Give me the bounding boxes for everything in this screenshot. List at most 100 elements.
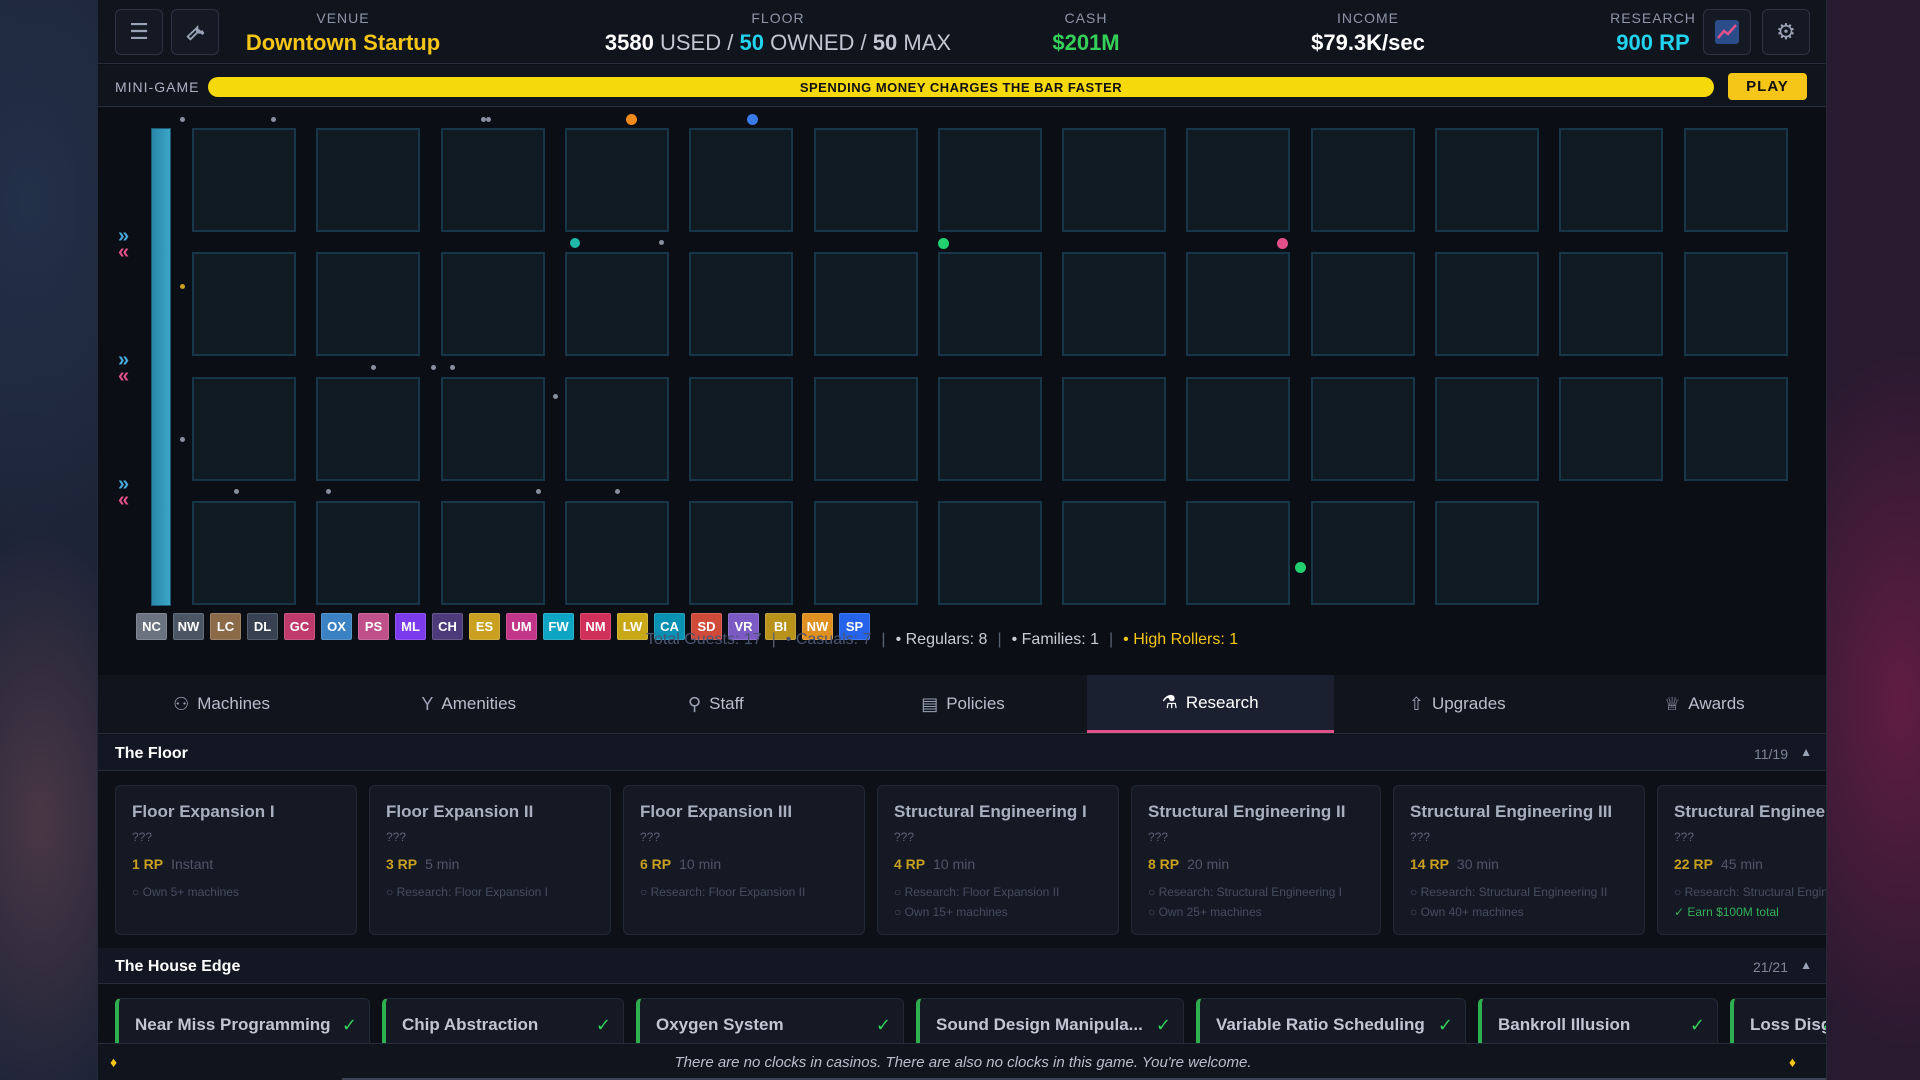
floor-slot[interactable] bbox=[440, 500, 545, 605]
floor-slot[interactable] bbox=[1559, 128, 1664, 232]
floor-slot[interactable] bbox=[1435, 376, 1539, 481]
requirement-item: ○ Own 40+ machines bbox=[1410, 905, 1524, 919]
floor-slot[interactable] bbox=[1186, 252, 1291, 357]
research-card[interactable]: Floor Expansion I??? 1 RP Instant ○ Own 5+ … bbox=[115, 785, 357, 935]
floor-slot[interactable] bbox=[316, 128, 421, 232]
guest-dot bbox=[326, 489, 331, 494]
floor-slot[interactable] bbox=[1186, 128, 1291, 232]
floor-slot[interactable] bbox=[1062, 500, 1167, 605]
floor-slot[interactable] bbox=[192, 500, 296, 605]
tab-research[interactable]: ⚗ Research bbox=[1086, 675, 1334, 733]
floor-slot[interactable] bbox=[937, 376, 1042, 481]
floor-slot[interactable] bbox=[937, 128, 1042, 232]
section-header-house-edge[interactable]: The House Edge 21/21 ▲ bbox=[98, 948, 1826, 984]
floor-slot[interactable] bbox=[1559, 376, 1664, 481]
floor-slot[interactable] bbox=[1310, 128, 1415, 232]
settings-button[interactable]: ⚙ bbox=[1762, 9, 1810, 55]
machine-chip-ox[interactable]: OX bbox=[321, 613, 352, 640]
guest-dot bbox=[180, 437, 185, 442]
tools-button[interactable] bbox=[171, 9, 219, 55]
floor-slot[interactable] bbox=[192, 252, 296, 357]
floor-slot[interactable] bbox=[689, 500, 794, 605]
research-title: Sound Design Manipula... bbox=[936, 1015, 1143, 1034]
floor-slot[interactable] bbox=[1435, 128, 1539, 232]
floor-slot[interactable] bbox=[564, 500, 669, 605]
tab-amenities[interactable]: Y Amenities bbox=[345, 675, 592, 733]
floor-slot[interactable] bbox=[192, 376, 296, 481]
research-description: ??? bbox=[132, 830, 153, 844]
floor-slot[interactable] bbox=[564, 376, 669, 481]
machine-chip-nw[interactable]: NW bbox=[173, 613, 204, 640]
floor-slot[interactable] bbox=[937, 500, 1042, 605]
floor-slot[interactable] bbox=[564, 128, 669, 232]
machine-chip-fw[interactable]: FW bbox=[543, 613, 574, 640]
menu-button[interactable]: ☰ bbox=[115, 9, 163, 55]
tab-label: Machines bbox=[197, 694, 271, 713]
stats-button[interactable] bbox=[1703, 9, 1751, 55]
floor-slot[interactable] bbox=[813, 128, 918, 232]
tab-policies[interactable]: ▤ Policies bbox=[839, 675, 1086, 733]
floor-slot[interactable] bbox=[689, 252, 794, 357]
floor-slot[interactable] bbox=[1310, 500, 1415, 605]
floor-slot[interactable] bbox=[1186, 500, 1291, 605]
section-title: The Floor bbox=[115, 745, 188, 762]
floor-slot[interactable] bbox=[813, 500, 918, 605]
floor-slot[interactable] bbox=[564, 252, 669, 357]
floor-slot[interactable] bbox=[1683, 128, 1788, 232]
floor-slot[interactable] bbox=[937, 252, 1042, 357]
floor-slot[interactable] bbox=[1062, 128, 1167, 232]
collapse-icon[interactable]: ▲ bbox=[1800, 745, 1812, 759]
machine-chip-ch[interactable]: CH bbox=[432, 613, 463, 640]
floor-slot[interactable] bbox=[1435, 500, 1539, 605]
floor-slot[interactable] bbox=[1310, 252, 1415, 357]
machine-chip-dl[interactable]: DL bbox=[247, 613, 278, 640]
research-cost: 8 RP 20 min bbox=[1148, 856, 1364, 872]
floor-slot[interactable] bbox=[1062, 252, 1167, 357]
tab-machines[interactable]: ⚇ Machines bbox=[98, 675, 345, 733]
tab-upgrades[interactable]: ⇧ Upgrades bbox=[1334, 675, 1581, 733]
entrance-bar bbox=[151, 128, 171, 606]
floor-slot[interactable] bbox=[1559, 252, 1664, 357]
research-description: ??? bbox=[1148, 830, 1169, 844]
research-card[interactable]: Structural Engineering IV??? 22 RP 45 min ○… bbox=[1657, 785, 1826, 935]
floor-slot[interactable] bbox=[1683, 376, 1788, 481]
machine-chip-ml[interactable]: ML bbox=[395, 613, 426, 640]
floor-slot[interactable] bbox=[813, 376, 918, 481]
floor-slot[interactable] bbox=[813, 252, 918, 357]
floor-slot[interactable] bbox=[316, 252, 421, 357]
play-button[interactable]: PLAY bbox=[1728, 73, 1807, 100]
tab-staff[interactable]: ⚲ Staff bbox=[592, 675, 839, 733]
floor-slot[interactable] bbox=[689, 128, 794, 232]
floor-slot[interactable] bbox=[316, 500, 421, 605]
floor-slot[interactable] bbox=[440, 376, 545, 481]
machine-chip-nc[interactable]: NC bbox=[136, 613, 167, 640]
machine-chip-nm[interactable]: NM bbox=[580, 613, 611, 640]
tab-awards[interactable]: ♕ Awards bbox=[1581, 675, 1826, 733]
floor-owned: 50 bbox=[739, 30, 764, 55]
research-card[interactable]: Structural Engineering I??? 4 RP 10 min ○ R… bbox=[877, 785, 1119, 935]
floor-slot[interactable] bbox=[1186, 376, 1291, 481]
floor-slot[interactable] bbox=[1310, 376, 1415, 481]
rp-cost: 6 RP bbox=[640, 856, 672, 872]
research-card[interactable]: Floor Expansion III??? 6 RP 10 min ○ Resear… bbox=[623, 785, 865, 935]
floor-slot[interactable] bbox=[316, 376, 421, 481]
floor-slot[interactable] bbox=[1683, 252, 1788, 357]
floor-slot[interactable] bbox=[192, 128, 296, 232]
floor-slot[interactable] bbox=[1062, 376, 1167, 481]
machine-chip-gc[interactable]: GC bbox=[284, 613, 315, 640]
research-card[interactable]: Floor Expansion II??? 3 RP 5 min ○ Research… bbox=[369, 785, 611, 935]
research-card[interactable]: Structural Engineering III??? 14 RP 30 min… bbox=[1393, 785, 1645, 935]
line-chart-icon bbox=[1715, 20, 1739, 44]
floor-slot[interactable] bbox=[440, 252, 545, 357]
floor-slot[interactable] bbox=[689, 376, 794, 481]
collapse-icon[interactable]: ▲ bbox=[1800, 958, 1812, 972]
machine-chip-um[interactable]: UM bbox=[506, 613, 537, 640]
machine-chip-ps[interactable]: PS bbox=[358, 613, 389, 640]
machine-chip-lw[interactable]: LW bbox=[617, 613, 648, 640]
floor-slot[interactable] bbox=[1435, 252, 1539, 357]
floor-slot[interactable] bbox=[440, 128, 545, 232]
machine-chip-lc[interactable]: LC bbox=[210, 613, 241, 640]
section-header-floor[interactable]: The Floor 11/19 ▲ bbox=[98, 735, 1826, 771]
machine-chip-es[interactable]: ES bbox=[469, 613, 500, 640]
research-card[interactable]: Structural Engineering II??? 8 RP 20 min ○ … bbox=[1131, 785, 1381, 935]
